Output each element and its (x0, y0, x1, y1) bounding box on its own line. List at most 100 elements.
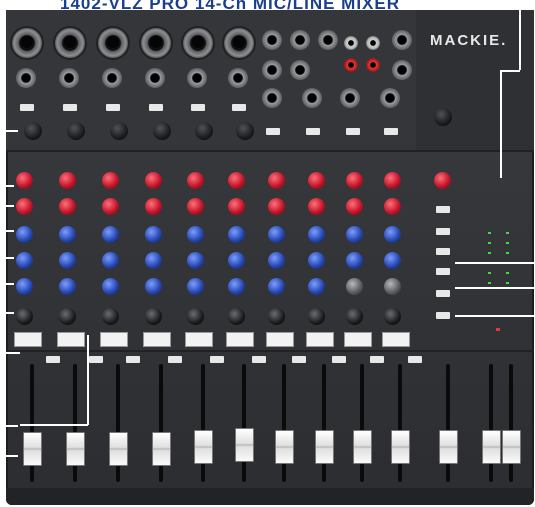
main-fader[interactable] (439, 430, 458, 464)
aux-knob[interactable] (187, 198, 204, 215)
eq-low-knob[interactable] (187, 278, 204, 295)
aux-knob[interactable] (268, 172, 285, 189)
master-button[interactable] (436, 228, 450, 235)
line-input-jack[interactable] (302, 88, 322, 108)
channel-fader[interactable] (353, 430, 372, 464)
eq-mid-knob[interactable] (59, 252, 76, 269)
eq-low-knob[interactable] (228, 278, 245, 295)
xlr-input-5[interactable] (181, 26, 215, 60)
mute-button[interactable] (89, 356, 103, 363)
eq-mid-knob[interactable] (16, 252, 33, 269)
line-input-jack[interactable] (392, 60, 412, 80)
pan-knob[interactable] (346, 308, 363, 325)
trim-knob[interactable] (195, 122, 213, 140)
pan-knob[interactable] (59, 308, 76, 325)
aux-knob[interactable] (228, 198, 245, 215)
phase-button[interactable] (106, 104, 120, 111)
channel-fader[interactable] (23, 432, 42, 466)
eq-low-knob[interactable] (384, 278, 401, 295)
aux-knob[interactable] (228, 172, 245, 189)
insert-jack[interactable] (145, 68, 165, 88)
aux-knob[interactable] (145, 198, 162, 215)
rca-input-red[interactable] (366, 58, 380, 72)
rca-input[interactable] (366, 36, 380, 50)
insert-jack[interactable] (187, 68, 207, 88)
aux-knob[interactable] (59, 172, 76, 189)
main-fader-right[interactable] (502, 430, 521, 464)
master-button[interactable] (436, 290, 450, 297)
aux-knob[interactable] (145, 172, 162, 189)
xlr-input-3[interactable] (96, 26, 130, 60)
line-input-jack[interactable] (380, 88, 400, 108)
line-input-jack[interactable] (340, 88, 360, 108)
eq-low-knob[interactable] (59, 278, 76, 295)
aux-knob[interactable] (16, 172, 33, 189)
mute-button[interactable] (408, 356, 422, 363)
aux-knob[interactable] (102, 198, 119, 215)
aux-knob[interactable] (346, 172, 363, 189)
eq-low-knob[interactable] (268, 278, 285, 295)
mute-button[interactable] (370, 356, 384, 363)
mute-button[interactable] (168, 356, 182, 363)
aux-knob[interactable] (59, 198, 76, 215)
aux-knob[interactable] (268, 198, 285, 215)
aux-knob[interactable] (16, 198, 33, 215)
eq-hi-knob[interactable] (145, 226, 162, 243)
trim-knob[interactable] (236, 122, 254, 140)
trim-knob[interactable] (24, 122, 42, 140)
line-input-jack[interactable] (262, 88, 282, 108)
mute-button[interactable] (292, 356, 306, 363)
channel-fader[interactable] (275, 430, 294, 464)
aux-knob[interactable] (187, 172, 204, 189)
eq-mid-knob[interactable] (346, 252, 363, 269)
xlr-input-2[interactable] (53, 26, 87, 60)
eq-low-knob[interactable] (308, 278, 325, 295)
line-input-jack[interactable] (290, 30, 310, 50)
master-button[interactable] (436, 248, 450, 255)
phase-button[interactable] (20, 104, 34, 111)
eq-mid-knob[interactable] (228, 252, 245, 269)
line-input-jack[interactable] (318, 30, 338, 50)
master-button[interactable] (436, 268, 450, 275)
stereo-button[interactable] (266, 128, 280, 135)
channel-fader[interactable] (194, 430, 213, 464)
pan-knob[interactable] (145, 308, 162, 325)
master-button[interactable] (436, 312, 450, 319)
line-input-jack[interactable] (392, 30, 412, 50)
eq-mid-knob[interactable] (384, 252, 401, 269)
eq-mid-knob[interactable] (268, 252, 285, 269)
aux-knob[interactable] (384, 198, 401, 215)
aux-knob[interactable] (346, 198, 363, 215)
channel-fader[interactable] (66, 432, 85, 466)
eq-hi-knob[interactable] (102, 226, 119, 243)
rca-input-red[interactable] (344, 58, 358, 72)
mute-button[interactable] (46, 356, 60, 363)
eq-hi-knob[interactable] (59, 226, 76, 243)
stereo-button[interactable] (306, 128, 320, 135)
channel-fader[interactable] (391, 430, 410, 464)
eq-mid-knob[interactable] (102, 252, 119, 269)
mute-button[interactable] (332, 356, 346, 363)
channel-fader[interactable] (152, 432, 171, 466)
eq-mid-knob[interactable] (145, 252, 162, 269)
channel-fader[interactable] (315, 430, 334, 464)
aux-knob[interactable] (102, 172, 119, 189)
pan-knob[interactable] (228, 308, 245, 325)
eq-hi-knob[interactable] (308, 226, 325, 243)
eq-mid-knob[interactable] (308, 252, 325, 269)
trim-knob[interactable] (153, 122, 171, 140)
channel-fader[interactable] (235, 428, 254, 462)
line-input-jack[interactable] (290, 60, 310, 80)
trim-knob[interactable] (110, 122, 128, 140)
aux-knob[interactable] (384, 172, 401, 189)
insert-jack[interactable] (102, 68, 122, 88)
eq-hi-knob[interactable] (346, 226, 363, 243)
phase-button[interactable] (232, 104, 246, 111)
insert-jack[interactable] (59, 68, 79, 88)
eq-hi-knob[interactable] (384, 226, 401, 243)
master-button[interactable] (436, 206, 450, 213)
mute-button[interactable] (126, 356, 140, 363)
xlr-input-1[interactable] (10, 26, 44, 60)
pan-knob[interactable] (384, 308, 401, 325)
rca-input[interactable] (344, 36, 358, 50)
